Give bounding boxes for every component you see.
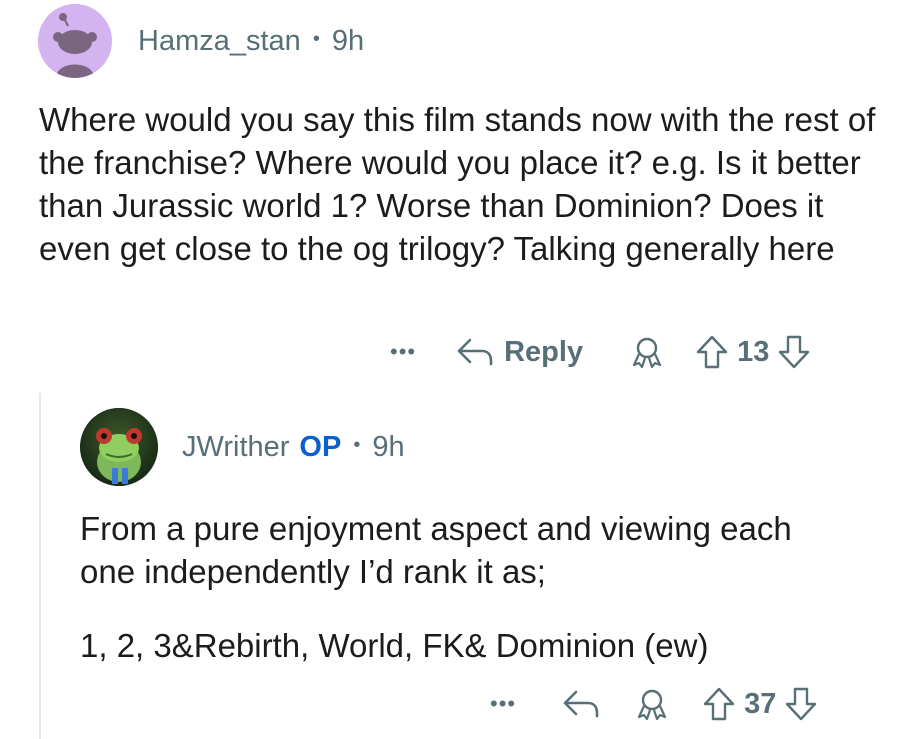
comment-time: 9h	[331, 24, 365, 57]
comment-1-actions: ••• Reply 13	[390, 334, 811, 370]
reply-button[interactable]: Reply	[456, 336, 583, 369]
downvote-button[interactable]	[784, 686, 818, 722]
downvote-button[interactable]	[777, 334, 811, 370]
comment-1-header: Hamza_stan • 9h	[38, 4, 364, 78]
comment-2-header: JWrither OP • 9h	[80, 408, 405, 486]
downvote-arrow-icon	[779, 335, 810, 369]
more-options-button[interactable]: •••	[490, 691, 516, 717]
reply-label: Reply	[504, 335, 584, 368]
reddit-default-avatar-icon[interactable]	[38, 4, 112, 78]
separator-dot: •	[353, 433, 361, 456]
award-button[interactable]	[634, 686, 670, 722]
upvote-button[interactable]	[695, 334, 729, 370]
separator-dot: •	[312, 27, 320, 50]
vote-score: 13	[737, 335, 770, 368]
upvote-arrow-icon	[703, 687, 735, 721]
award-icon	[632, 337, 662, 369]
comment-time: 9h	[372, 430, 405, 463]
more-options-button[interactable]: •••	[390, 339, 416, 365]
upvote-button[interactable]	[702, 686, 736, 722]
award-button[interactable]	[629, 334, 665, 370]
comment-body: Where would you say this film stands now…	[39, 101, 876, 267]
op-badge: OP	[299, 430, 342, 463]
frog-avatar-icon[interactable]	[80, 408, 158, 486]
comment-2-actions: ••• 37	[490, 686, 818, 722]
upvote-arrow-icon	[696, 335, 728, 369]
award-icon	[638, 689, 667, 721]
thread-line[interactable]	[39, 393, 41, 739]
reply-button[interactable]	[562, 688, 600, 720]
reply-arrow-icon	[457, 338, 493, 366]
downvote-arrow-icon	[786, 687, 817, 721]
comment-author[interactable]: JWrither	[182, 431, 289, 464]
comment-body-paragraph-2: 1, 2, 3&Rebirth, World, FK& Dominion (ew…	[80, 627, 709, 664]
reply-arrow-icon	[563, 690, 599, 718]
comment-author[interactable]: Hamza_stan	[138, 25, 301, 58]
vote-score: 37	[744, 687, 777, 720]
comment-body-paragraph-1: From a pure enjoyment aspect and viewing…	[80, 510, 792, 590]
